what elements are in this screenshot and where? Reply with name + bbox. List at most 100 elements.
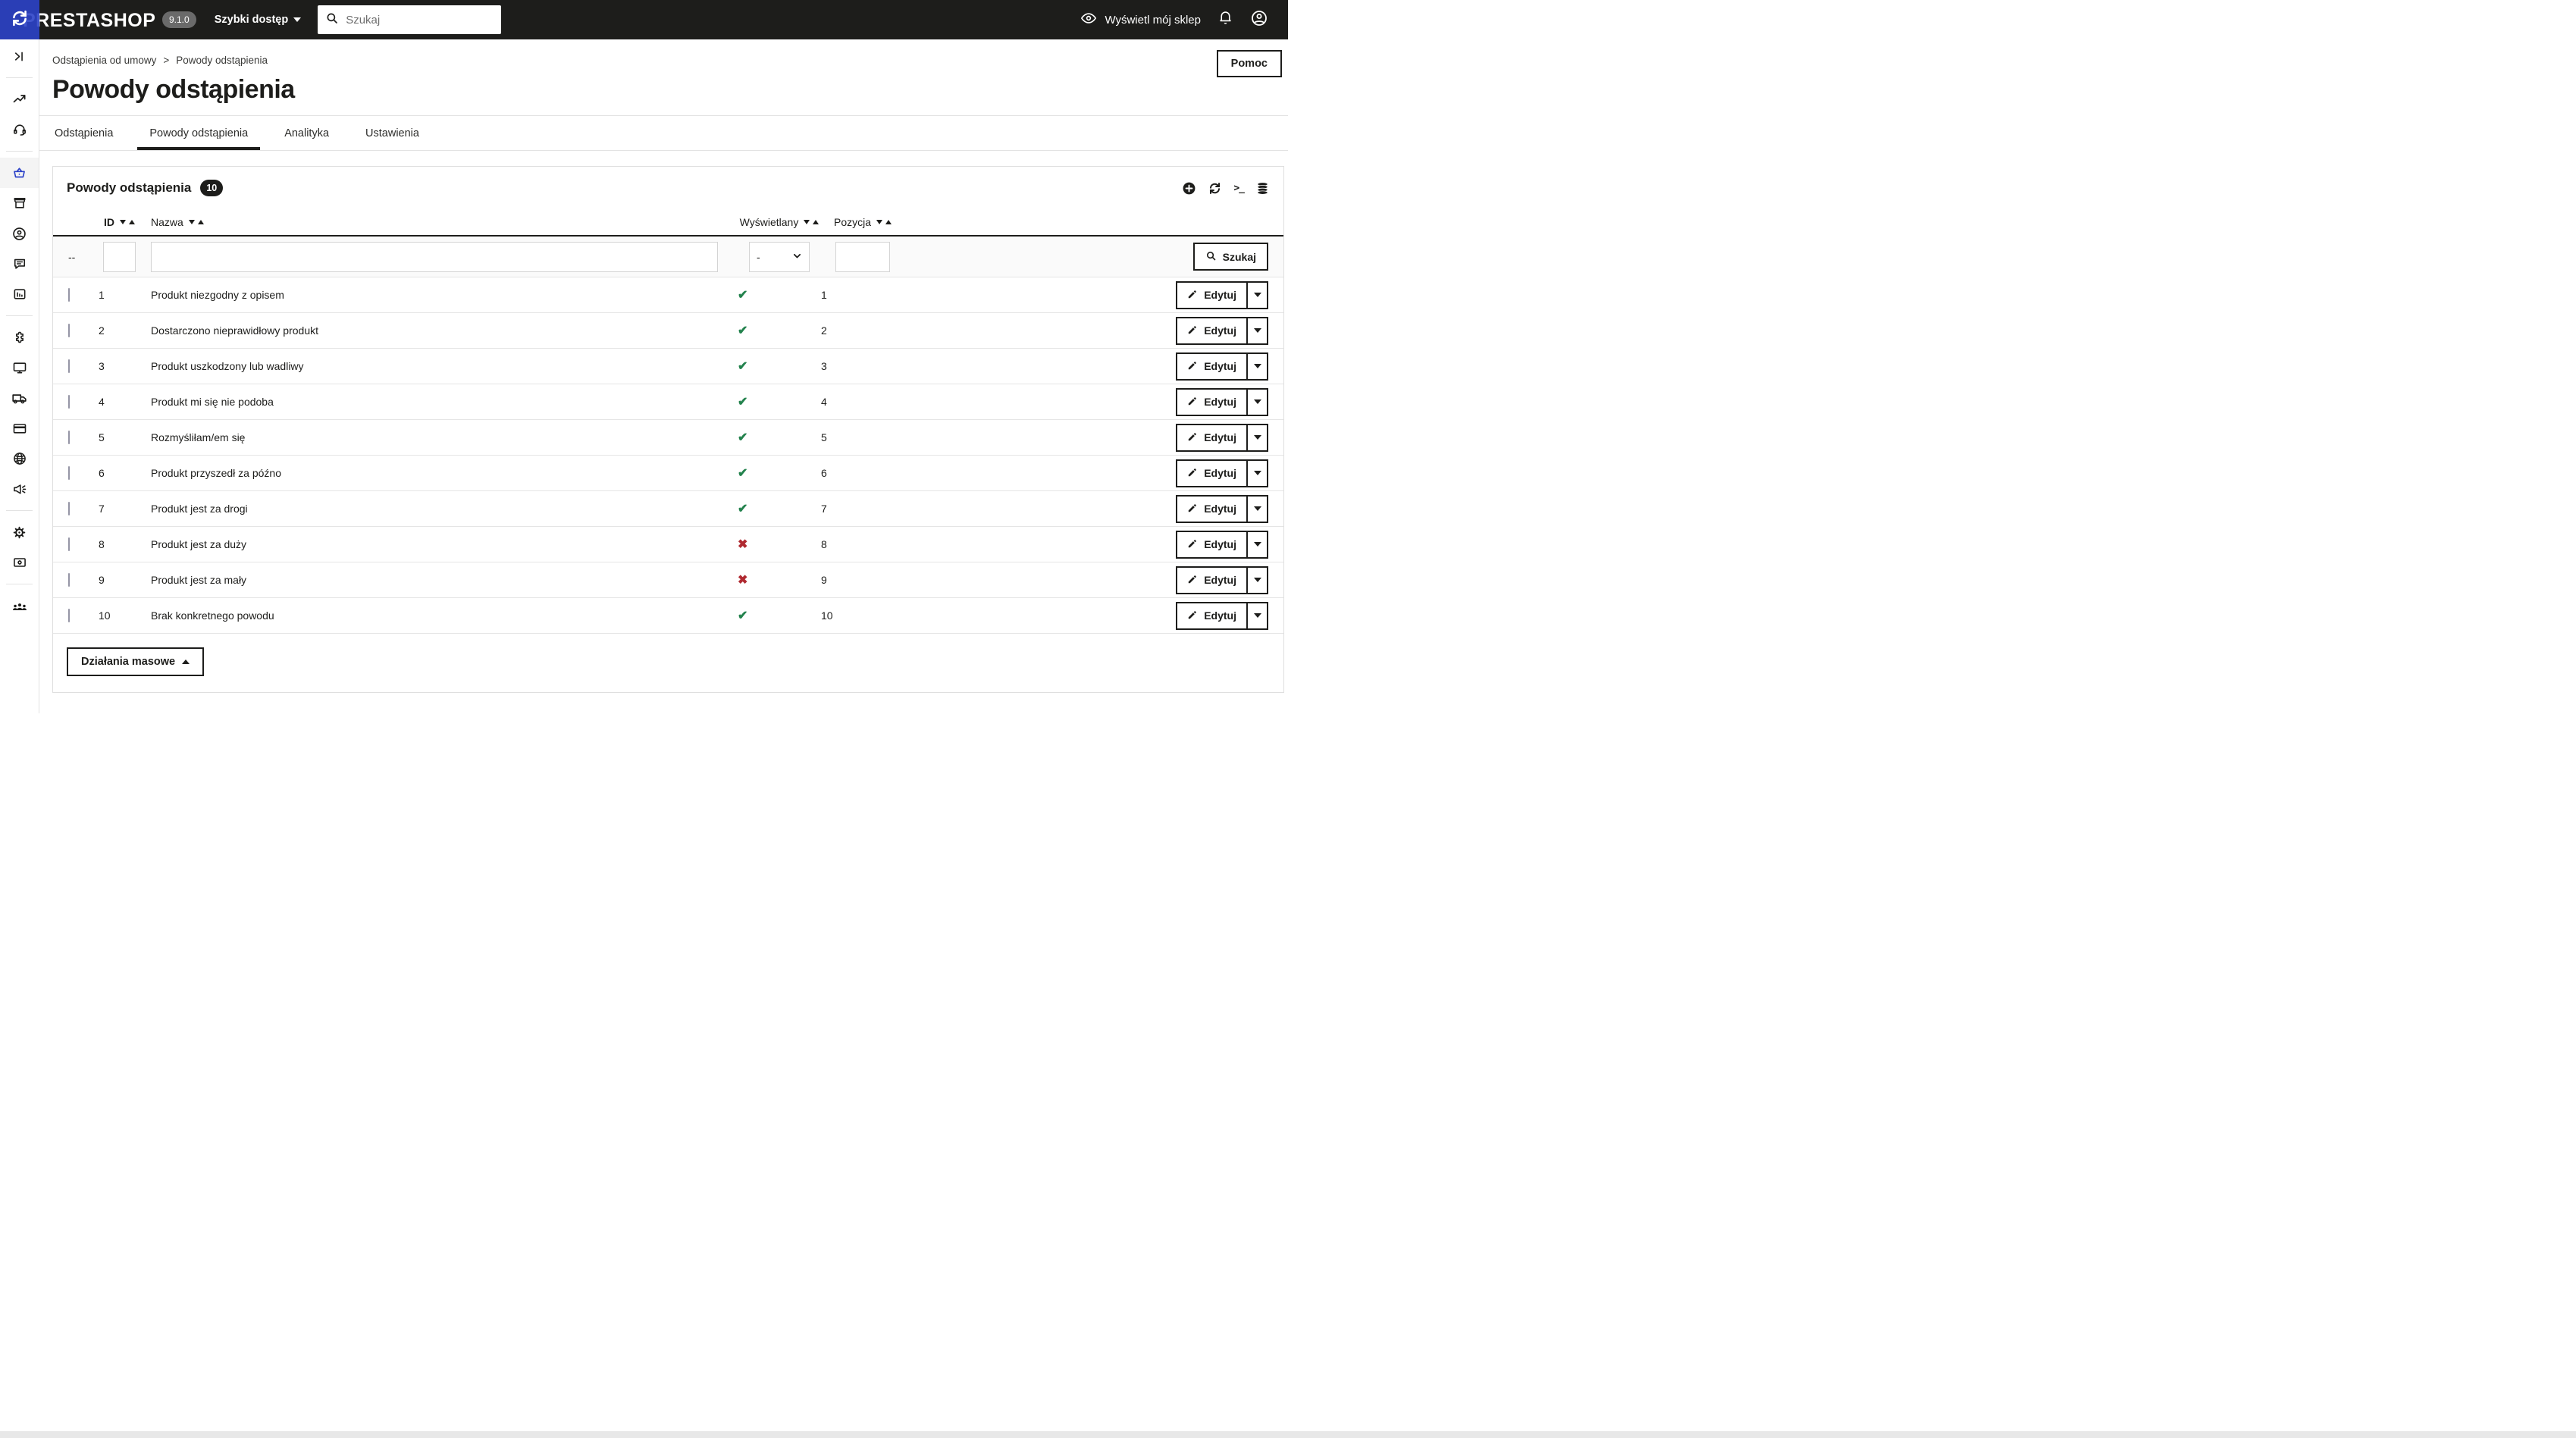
tab-ustawienia[interactable]: Ustawienia	[353, 116, 431, 150]
account-icon	[1250, 9, 1268, 31]
chevron-down-icon	[1253, 399, 1261, 404]
breadcrumb-parent[interactable]: Odstąpienia od umowy	[52, 55, 156, 66]
sidebar-item-orders[interactable]	[0, 158, 39, 188]
row-checkbox[interactable]	[68, 537, 70, 551]
column-header-id[interactable]: ID	[99, 216, 140, 228]
edit-dropdown-toggle[interactable]	[1246, 282, 1267, 308]
row-checkbox[interactable]	[68, 502, 70, 515]
edit-dropdown-toggle[interactable]	[1246, 318, 1267, 343]
database-icon[interactable]	[1255, 181, 1270, 196]
filter-position-input[interactable]	[835, 241, 890, 272]
row-checkbox[interactable]	[68, 288, 70, 302]
sidebar-expand-button[interactable]	[0, 41, 39, 71]
row-checkbox[interactable]	[68, 359, 70, 373]
row-checkbox[interactable]	[68, 324, 70, 337]
view-shop-link[interactable]: Wyświetl mój sklep	[1080, 10, 1201, 30]
filter-name-input[interactable]	[151, 241, 718, 272]
edit-button[interactable]: Edytuj	[1177, 390, 1246, 415]
sidebar-item-support[interactable]	[0, 114, 39, 145]
notifications-button[interactable]	[1217, 10, 1233, 30]
sidebar-item-team[interactable]	[0, 591, 39, 621]
help-button[interactable]: Pomoc	[1216, 50, 1282, 77]
brand: PRESTASHOP	[0, 0, 155, 39]
sidebar-item-international[interactable]	[0, 443, 39, 474]
sort-asc-icon[interactable]	[813, 220, 819, 224]
sidebar-logo-tile[interactable]	[0, 0, 39, 39]
add-circle-icon[interactable]	[1182, 181, 1196, 196]
column-header-displayed[interactable]: Wyświetlany	[738, 216, 821, 228]
column-header-name[interactable]: Nazwa	[140, 216, 738, 228]
edit-dropdown-toggle[interactable]	[1246, 531, 1267, 557]
edit-dropdown-toggle[interactable]	[1246, 425, 1267, 450]
sidebar-item-catalog[interactable]	[0, 188, 39, 218]
column-header-position[interactable]: Pozycja	[821, 216, 904, 228]
sidebar-item-design[interactable]	[0, 352, 39, 383]
sidebar-item-advanced-parameters[interactable]	[0, 547, 39, 578]
sidebar-item-customer-service[interactable]	[0, 249, 39, 279]
sort-asc-icon[interactable]	[885, 220, 892, 224]
row-checkbox[interactable]	[68, 573, 70, 587]
sidebar-item-configure[interactable]	[0, 517, 39, 547]
stats-icon	[12, 287, 27, 302]
quick-access-label: Szybki dostęp	[214, 14, 289, 26]
sidebar-item-payment[interactable]	[0, 413, 39, 443]
edit-button[interactable]: Edytuj	[1177, 603, 1246, 628]
sort-asc-icon[interactable]	[197, 220, 204, 224]
edit-dropdown-toggle[interactable]	[1246, 603, 1267, 628]
row-name: Brak konkretnego powodu	[151, 609, 274, 622]
edit-dropdown-toggle[interactable]	[1246, 460, 1267, 486]
table-rows: 1 Produkt niezgodny z opisem ✔ 1 Edytuj …	[53, 277, 1283, 634]
terminal-icon[interactable]: >_	[1233, 183, 1245, 194]
edit-dropdown-toggle[interactable]	[1246, 389, 1267, 415]
sync-arrows-icon	[10, 8, 30, 32]
displayed-check-icon: ✔	[738, 609, 748, 622]
edit-button[interactable]: Edytuj	[1177, 461, 1246, 486]
edit-dropdown-toggle[interactable]	[1246, 353, 1267, 379]
edit-button[interactable]: Edytuj	[1177, 425, 1246, 450]
quick-access-dropdown[interactable]: Szybki dostęp	[215, 14, 302, 26]
edit-button[interactable]: Edytuj	[1177, 318, 1246, 343]
sidebar-item-modules[interactable]	[0, 322, 39, 352]
sort-desc-icon[interactable]	[120, 220, 126, 224]
sort-desc-icon[interactable]	[188, 220, 195, 224]
tab-odstapienia[interactable]: Odstąpienia	[42, 116, 125, 150]
edit-button[interactable]: Edytuj	[1177, 568, 1246, 593]
row-checkbox[interactable]	[68, 466, 70, 480]
sidebar-item-activity[interactable]	[0, 84, 39, 114]
edit-dropdown-toggle[interactable]	[1246, 496, 1267, 522]
sort-desc-icon[interactable]	[876, 220, 883, 224]
row-checkbox[interactable]	[68, 395, 70, 409]
tabs-bar: Odstąpienia Powody odstąpienia Analityka…	[39, 115, 1288, 151]
filter-displayed-select[interactable]: -	[749, 241, 810, 272]
edit-button[interactable]: Edytuj	[1177, 532, 1246, 557]
sidebar-item-marketing[interactable]	[0, 474, 39, 504]
row-checkbox[interactable]	[68, 431, 70, 444]
sidebar-item-stats[interactable]	[0, 279, 39, 309]
tab-analityka[interactable]: Analityka	[272, 116, 341, 150]
edit-dropdown-toggle[interactable]	[1246, 567, 1267, 593]
filter-id-input[interactable]	[103, 241, 136, 272]
sidebar-item-shipping[interactable]	[0, 383, 39, 413]
sidebar-divider	[6, 77, 33, 78]
sort-desc-icon[interactable]	[804, 220, 810, 224]
pencil-icon	[1187, 467, 1198, 480]
bulk-actions-button[interactable]: Działania masowe	[67, 647, 205, 676]
global-search[interactable]	[318, 5, 502, 34]
version-badge: 9.1.0	[162, 11, 196, 28]
search-input[interactable]	[346, 13, 494, 27]
filter-search-button[interactable]: Szukaj	[1192, 243, 1268, 271]
edit-button[interactable]: Edytuj	[1177, 283, 1246, 308]
row-name: Produkt uszkodzony lub wadliwy	[151, 360, 304, 372]
headset-icon	[12, 122, 27, 137]
sort-asc-icon[interactable]	[129, 220, 135, 224]
tab-powody-odstapienia[interactable]: Powody odstąpienia	[137, 116, 261, 150]
edit-button[interactable]: Edytuj	[1177, 354, 1246, 379]
sidebar-item-customers[interactable]	[0, 218, 39, 249]
refresh-icon[interactable]	[1208, 181, 1222, 196]
account-menu-button[interactable]	[1250, 9, 1268, 31]
edit-button[interactable]: Edytuj	[1177, 497, 1246, 522]
chevron-down-icon	[1253, 613, 1261, 618]
row-checkbox[interactable]	[68, 609, 70, 622]
row-name: Produkt jest za mały	[151, 574, 247, 586]
chat-icon	[12, 256, 27, 271]
